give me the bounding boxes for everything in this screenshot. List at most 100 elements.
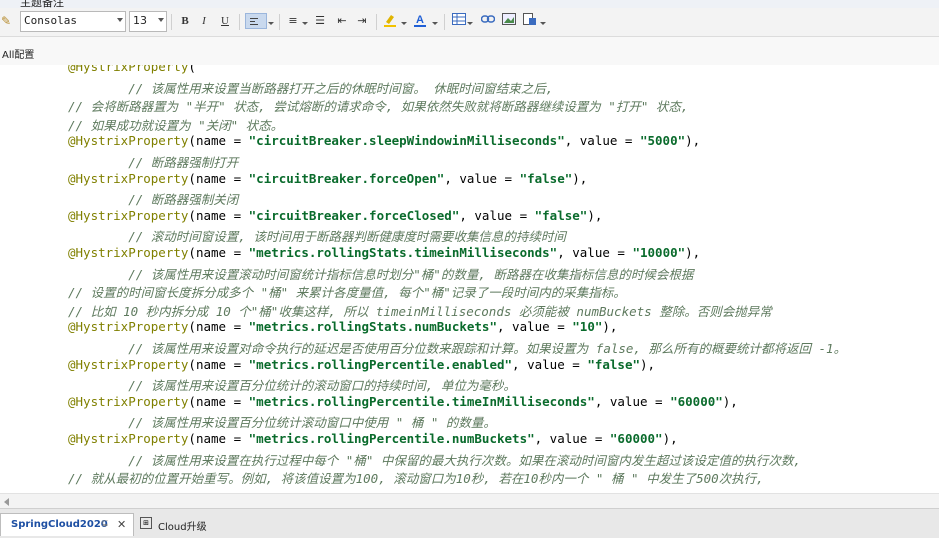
code-text: ), xyxy=(722,393,738,409)
code-string: "circuitBreaker.forceOpen" xyxy=(248,170,445,186)
align-left-button[interactable] xyxy=(245,13,267,29)
code-string: "metrics.rollingStats.numBuckets" xyxy=(248,319,497,335)
bullet-list-icon[interactable]: ☰ xyxy=(312,13,328,29)
code-text: ), xyxy=(572,170,588,186)
chevron-down-icon[interactable] xyxy=(268,22,274,25)
toolbar-separator xyxy=(239,14,240,30)
code-comment: // 断路器强制打开 xyxy=(68,155,239,170)
code-line: // 该属性用来设置百分位统计的滚动窗口的持续时间, 单位为毫秒。 xyxy=(68,375,516,394)
code-comment: // 如果成功就设置为 "关闭" 状态。 xyxy=(68,117,284,133)
outdent-icon[interactable]: ⇤ xyxy=(334,13,350,29)
code-comment: // 该属性用来设置在执行过程中每个 "桶" 中保留的最大执行次数。如果在滚动时… xyxy=(68,452,801,468)
attachment-icon[interactable] xyxy=(522,13,538,29)
code-text: , value = xyxy=(557,245,633,260)
breadcrumb: All配置 xyxy=(0,37,939,65)
chevron-down-icon[interactable] xyxy=(302,22,308,25)
code-line: // 该属性用来设置滚动时间窗统计指标信息时划分"桶"的数量, 断路器在收集指标… xyxy=(68,264,693,283)
tab-cloud-upgrade[interactable]: ⊞ Cloud升级 xyxy=(136,513,226,535)
code-text: (name = xyxy=(188,393,249,409)
code-line: // 断路器强制打开 xyxy=(68,152,238,171)
code-annotation: @HystrixProperty xyxy=(68,356,189,372)
tab-springcloud2020[interactable]: SpringCloud2020 ⊊ ✕ xyxy=(0,513,134,536)
code-comment: // 该属性用来设置当断路器打开之后的休眠时间窗。 休眠时间窗结束之后, xyxy=(68,80,554,96)
code-string: "10" xyxy=(572,319,603,335)
chevron-down-icon[interactable] xyxy=(540,22,546,25)
code-annotation: @HystrixProperty xyxy=(68,431,189,446)
code-line: // 该属性用来设置当断路器打开之后的休眠时间窗。 休眠时间窗结束之后, xyxy=(68,78,553,97)
code-comment: // 滚动时间窗设置, 该时间用于断路器判断健康度时需要收集信息的持续时间 xyxy=(68,229,566,245)
toolbar-separator xyxy=(376,14,377,30)
code-annotation: @HystrixProperty xyxy=(68,65,189,74)
code-line: @HystrixProperty(name = "circuitBreaker.… xyxy=(68,171,587,186)
code-text: ( xyxy=(188,65,196,74)
code-line: @HystrixProperty(name = "metrics.rolling… xyxy=(68,357,655,372)
code-comment: // 该属性用来设置百分位统计滚动窗口中使用 " 桶 " 的数量。 xyxy=(68,415,496,431)
code-text: , value = xyxy=(444,170,520,186)
code-line: @HystrixProperty( xyxy=(68,65,196,74)
scroll-left-icon[interactable] xyxy=(4,498,9,506)
breadcrumb-label[interactable]: All配置 xyxy=(2,46,34,61)
pin-icon[interactable]: ⊊ xyxy=(101,519,109,529)
code-text: (name = xyxy=(188,319,249,335)
numbered-list-icon[interactable]: ≡ xyxy=(285,13,301,29)
font-name-value: Consolas xyxy=(24,14,77,27)
code-string: "metrics.rollingPercentile.timeInMillise… xyxy=(248,393,595,409)
code-comment: // 会将断路器置为 "半开" 状态, 尝试熔断的请求命令, 如果依然失败就将断… xyxy=(68,99,689,115)
font-color-icon[interactable]: A xyxy=(412,13,428,29)
code-comment: // 比如 10 秒内拆分成 10 个"桶"收集这样, 所以 timeinMil… xyxy=(68,303,772,319)
code-annotation: @HystrixProperty xyxy=(68,207,189,223)
toolbar-separator xyxy=(279,14,280,30)
code-string: "circuitBreaker.forceClosed" xyxy=(248,207,460,223)
code-line: // 该属性用来设置对命令执行的延迟是否使用百分位数来跟踪和计算。如果设置为 f… xyxy=(68,338,846,357)
code-annotation: @HystrixProperty xyxy=(68,133,189,149)
code-string: "false" xyxy=(519,170,573,186)
code-line: // 滚动时间窗设置, 该时间用于断路器判断健康度时需要收集信息的持续时间 xyxy=(68,226,566,245)
close-icon[interactable]: ✕ xyxy=(117,518,126,531)
code-comment: // 该属性用来设置对命令执行的延迟是否使用百分位数来跟踪和计算。如果设置为 f… xyxy=(68,341,847,356)
code-string: "false" xyxy=(587,356,640,372)
code-text: (name = xyxy=(188,431,249,446)
code-text: (name = xyxy=(188,207,249,223)
font-name-select[interactable]: Consolas xyxy=(20,11,126,32)
code-annotation: @HystrixProperty xyxy=(68,319,189,335)
image-icon[interactable] xyxy=(501,13,517,29)
code-line: @HystrixProperty(name = "metrics.rolling… xyxy=(68,394,738,409)
code-line: // 会将断路器置为 "半开" 状态, 尝试熔断的请求命令, 如果依然失败就将断… xyxy=(68,96,688,115)
chevron-down-icon[interactable] xyxy=(467,22,473,25)
highlight-icon[interactable] xyxy=(382,13,398,29)
code-line: // 断路器强制关闭 xyxy=(68,189,238,208)
code-line: @HystrixProperty(name = "metrics.rolling… xyxy=(68,245,700,260)
code-line: @HystrixProperty(name = "circuitBreaker.… xyxy=(68,208,602,223)
chevron-down-icon[interactable] xyxy=(432,22,438,25)
underline-button[interactable]: U xyxy=(217,13,233,29)
horizontal-scrollbar[interactable] xyxy=(0,493,939,508)
table-icon[interactable] xyxy=(451,13,467,29)
code-line: // 就从最初的位置开始重写。例如, 将该值设置为100, 滚动窗口为10秒, … xyxy=(68,468,764,487)
code-line: // 该属性用来设置在执行过程中每个 "桶" 中保留的最大执行次数。如果在滚动时… xyxy=(68,450,801,469)
code-string: "10000" xyxy=(632,245,686,260)
brush-icon[interactable]: ✎ xyxy=(1,14,13,28)
italic-button[interactable]: I xyxy=(196,13,212,29)
indent-icon[interactable]: ⇥ xyxy=(354,13,370,29)
code-comment: // 就从最初的位置开始重写。例如, 将该值设置为100, 滚动窗口为10秒, … xyxy=(68,471,764,487)
toolbar-separator xyxy=(444,14,445,30)
code-string: "metrics.rollingPercentile.enabled" xyxy=(248,356,513,372)
code-annotation: @HystrixProperty xyxy=(68,245,189,260)
font-size-value: 13 xyxy=(133,14,147,27)
document-tab-bar: SpringCloud2020 ⊊ ✕ ⊞ Cloud升级 xyxy=(0,508,939,538)
toolbar-separator xyxy=(171,14,172,30)
note-icon: ⊞ xyxy=(140,517,152,529)
code-text: ), xyxy=(685,245,701,260)
bold-button[interactable]: B xyxy=(177,13,193,29)
code-editor[interactable]: @HystrixProperty( // 该属性用来设置当断路器打开之后的休眠时… xyxy=(0,65,939,493)
chevron-down-icon[interactable] xyxy=(401,22,407,25)
code-text: (name = xyxy=(188,356,249,372)
align-left-icon xyxy=(250,18,258,26)
code-line: @HystrixProperty(name = "metrics.rolling… xyxy=(68,319,617,334)
code-text: ), xyxy=(602,319,618,335)
link-icon[interactable] xyxy=(480,13,496,29)
font-size-select[interactable]: 13 xyxy=(129,11,167,32)
code-annotation: @HystrixProperty xyxy=(68,170,189,186)
code-line: // 该属性用来设置百分位统计滚动窗口中使用 " 桶 " 的数量。 xyxy=(68,412,496,431)
code-comment: // 断路器强制关闭 xyxy=(68,192,239,208)
